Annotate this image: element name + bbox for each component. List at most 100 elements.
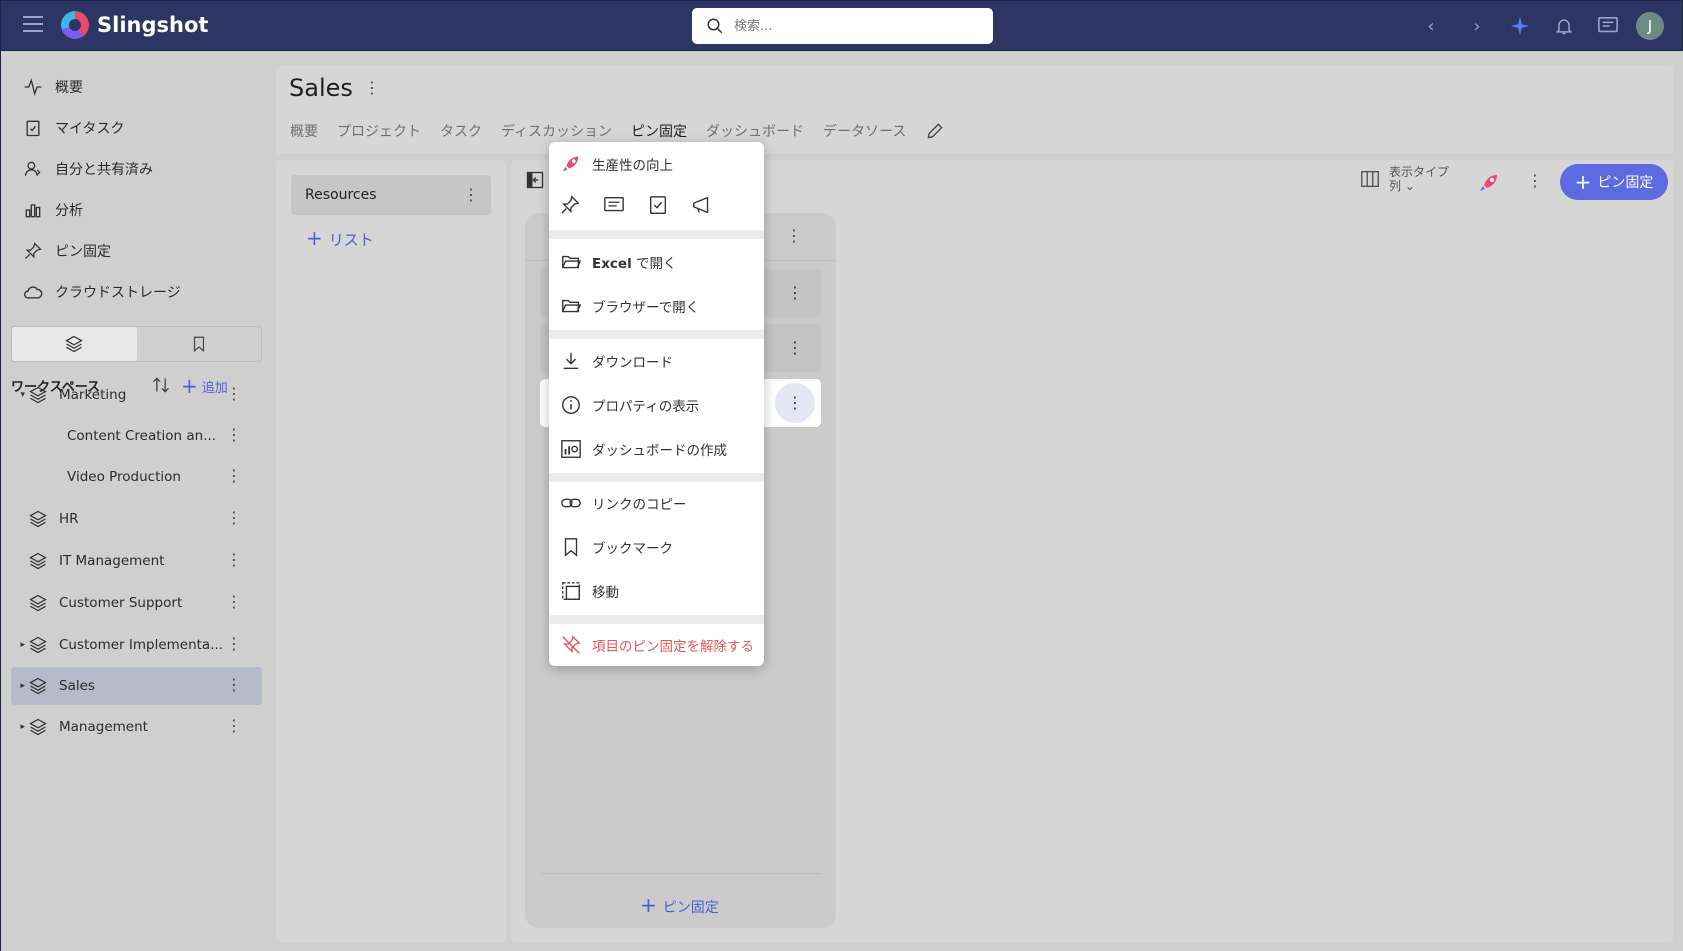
workspace-item-label: Content Creation an... — [67, 428, 217, 444]
add-list-button[interactable]: + リスト — [306, 226, 374, 250]
slingshot-logo-icon — [61, 11, 89, 39]
search-box[interactable] — [692, 8, 993, 44]
menu-item-bookmark[interactable]: ブックマーク — [549, 527, 764, 567]
menu-item-move[interactable]: 移動 — [549, 571, 764, 611]
user-avatar[interactable]: J — [1636, 12, 1664, 40]
nav-item-label: 自分と共有済み — [55, 162, 153, 178]
folder-open-icon — [562, 299, 582, 313]
workspace-item-more-icon[interactable]: ⋮ — [226, 677, 242, 693]
list-more-icon[interactable]: ⋮ — [463, 185, 479, 204]
tab-data-sources[interactable]: データソース — [823, 121, 906, 141]
nav-item-my-tasks[interactable]: マイタスク — [23, 117, 124, 139]
workspace-item-label: Management — [59, 719, 148, 735]
forward-arrow-icon[interactable]: › — [1466, 15, 1488, 37]
search-input[interactable] — [734, 18, 964, 34]
workspace-item-more-icon[interactable]: ⋮ — [226, 468, 242, 484]
menu-item-unpin[interactable]: 項目のピン固定を解除する — [549, 625, 764, 665]
cloud-icon — [24, 286, 43, 299]
collapse-panel-icon[interactable] — [525, 170, 545, 190]
workspace-child-item[interactable]: Video Production ⋮ — [11, 458, 262, 496]
user-share-icon — [24, 161, 41, 176]
back-arrow-icon[interactable]: ‹ — [1420, 15, 1442, 37]
workspaces-view-tab[interactable] — [12, 327, 137, 361]
dashboard-icon — [561, 440, 581, 458]
workspace-item-more-icon[interactable]: ⋮ — [226, 386, 242, 402]
menu-item-download[interactable]: ダウンロード — [549, 341, 764, 381]
clipboard-check-icon — [26, 120, 40, 137]
tab-discussions[interactable]: ディスカッション — [501, 121, 612, 141]
comment-icon[interactable] — [603, 194, 625, 216]
view-type-selector[interactable]: 表示タイプ 列 ⌄ — [1359, 165, 1449, 193]
caret-right-icon[interactable]: ▸ — [11, 722, 25, 732]
workspace-item-more-icon[interactable]: ⋮ — [226, 718, 242, 734]
nav-item-label: マイタスク — [55, 121, 125, 137]
caret-down-icon[interactable]: ▾ — [11, 390, 25, 400]
card-more-icon[interactable]: ⋮ — [787, 338, 803, 357]
nav-item-overview[interactable]: 概要 — [23, 76, 83, 98]
page-more-icon[interactable]: ⋮ — [364, 78, 380, 97]
list-item[interactable]: Resources ⋮ — [291, 175, 491, 215]
rocket-icon[interactable] — [1477, 171, 1501, 195]
workspace-item[interactable]: ▸ Sales ⋮ — [11, 667, 262, 705]
workspace-item[interactable]: HR ⋮ — [11, 500, 262, 538]
lists-panel: Resources ⋮ + リスト — [276, 160, 506, 942]
menu-item-open-browser[interactable]: ブラウザーで開く — [549, 286, 764, 326]
hamburger-menu-icon[interactable] — [23, 16, 43, 34]
columns-icon — [1361, 170, 1379, 188]
announcement-icon[interactable] — [691, 194, 713, 216]
board-more-icon[interactable]: ⋮ — [1527, 171, 1543, 190]
workspace-item-label: Marketing — [59, 387, 127, 403]
tab-dashboards[interactable]: ダッシュボード — [706, 121, 804, 141]
nav-item-analytics[interactable]: 分析 — [23, 199, 83, 221]
pin-button[interactable]: + ピン固定 — [1560, 164, 1668, 200]
layers-icon — [65, 335, 84, 353]
menu-item-open-excel[interactable]: Excel で開く — [549, 242, 764, 282]
pin-icon[interactable] — [559, 194, 581, 216]
nav-item-shared-with-me[interactable]: 自分と共有済み — [23, 158, 153, 180]
link-icon — [561, 498, 581, 508]
tab-projects[interactable]: プロジェクト — [337, 121, 421, 141]
caret-right-icon[interactable]: ▸ — [11, 681, 25, 691]
edit-pencil-icon[interactable] — [925, 121, 945, 141]
column-add-pin-button[interactable]: + ピン固定 — [640, 893, 719, 917]
card-more-icon[interactable]: ⋮ — [787, 393, 803, 412]
workspace-item-label: Customer Support — [59, 595, 183, 611]
workspace-item[interactable]: ▾ Marketing ⋮ — [11, 376, 262, 414]
column-add-pin-label: ピン固定 — [662, 900, 719, 916]
workspace-item[interactable]: ▸ Customer Implementa... ⋮ — [11, 626, 262, 664]
chat-icon[interactable] — [1597, 15, 1619, 37]
workspace-item-more-icon[interactable]: ⋮ — [226, 427, 242, 443]
workspace-item-more-icon[interactable]: ⋮ — [226, 552, 242, 568]
bookmarks-view-tab[interactable] — [137, 327, 262, 361]
workspace-item[interactable]: ▸ Management ⋮ — [11, 708, 262, 746]
app-logo[interactable]: Slingshot — [61, 11, 208, 39]
workspace-item-more-icon[interactable]: ⋮ — [226, 636, 242, 652]
card-more-icon[interactable]: ⋮ — [787, 283, 803, 302]
menu-item-create-dashboard[interactable]: ダッシュボードの作成 — [549, 429, 764, 469]
nav-item-label: ピン固定 — [55, 244, 111, 260]
ai-sparkle-icon[interactable] — [1509, 15, 1531, 37]
column-more-icon[interactable]: ⋮ — [786, 226, 802, 245]
bell-icon[interactable] — [1553, 15, 1575, 37]
workspace-item-more-icon[interactable]: ⋮ — [226, 594, 242, 610]
menu-item-properties[interactable]: プロパティの表示 — [549, 385, 764, 425]
workspace-item[interactable]: IT Management ⋮ — [11, 542, 262, 580]
download-icon — [563, 352, 579, 370]
unpin-icon — [562, 635, 581, 654]
workspace-item-more-icon[interactable]: ⋮ — [226, 510, 242, 526]
caret-right-icon[interactable]: ▸ — [11, 640, 25, 650]
menu-header-productivity[interactable]: 生産性の向上 — [549, 144, 764, 184]
workspace-item[interactable]: Customer Support ⋮ — [11, 584, 262, 622]
menu-separator — [549, 330, 764, 339]
nav-item-pinned[interactable]: ピン固定 — [23, 240, 111, 262]
tab-tasks[interactable]: タスク — [440, 121, 482, 141]
workspace-icon — [27, 551, 51, 571]
menu-item-copy-link[interactable]: リンクのコピー — [549, 483, 764, 523]
tab-overview[interactable]: 概要 — [290, 121, 318, 141]
menu-item-label: ブックマーク — [592, 541, 673, 557]
workspace-child-item[interactable]: Content Creation an... ⋮ — [11, 417, 262, 455]
nav-item-cloud-storage[interactable]: クラウドストレージ — [23, 281, 181, 303]
menu-item-label: 項目のピン固定を解除する — [592, 639, 754, 655]
task-icon[interactable] — [647, 194, 669, 216]
tab-pinned[interactable]: ピン固定 — [631, 121, 687, 141]
